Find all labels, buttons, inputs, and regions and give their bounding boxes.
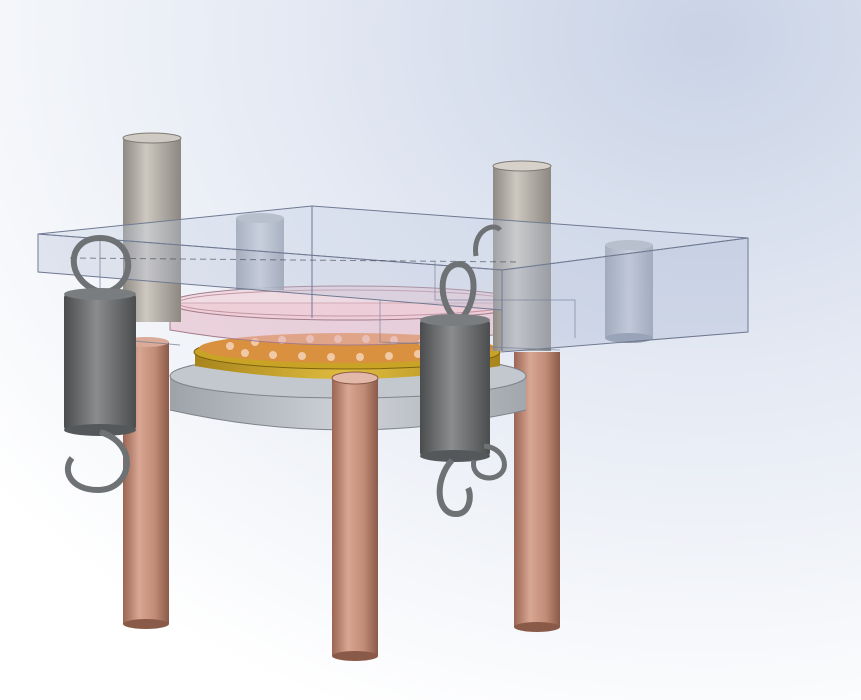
assembly-render <box>0 0 861 700</box>
copper-rod-front <box>331 371 379 661</box>
cad-viewport <box>0 0 861 700</box>
